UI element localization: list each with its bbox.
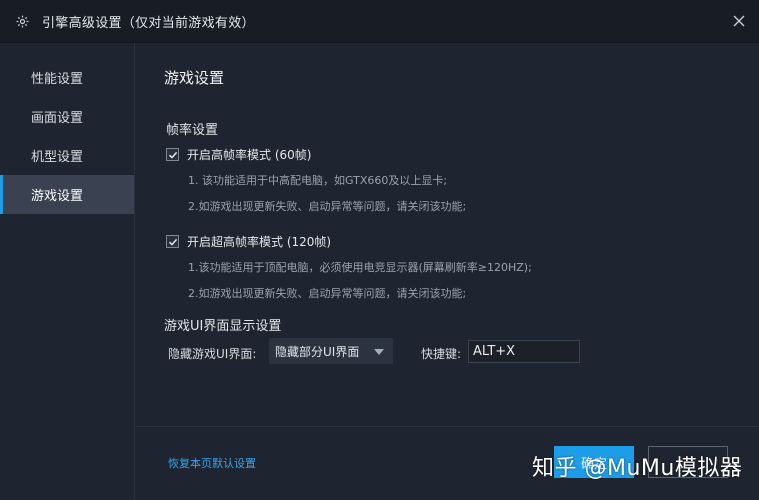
hide-ui-label: 隐藏游戏UI界面: [168, 347, 257, 361]
sidebar-item-display[interactable]: 画面设置 [0, 97, 134, 136]
sidebar-item-device-model[interactable]: 机型设置 [0, 136, 134, 175]
hide-ui-selected-value: 隐藏部分UI界面 [275, 344, 360, 359]
hotkey-input[interactable] [468, 340, 580, 363]
title-bar: 引擎高级设置（仅对当前游戏有效） [0, 0, 759, 43]
high-fps-label: 开启高帧率模式 (60帧) [187, 148, 312, 162]
high-fps-note-1: 1. 该功能适用于中高配电脑，如GTX660及以上显卡; [188, 174, 448, 187]
frame-rate-heading: 帧率设置 [166, 123, 219, 138]
high-fps-checkbox[interactable] [166, 148, 179, 161]
sidebar-item-label: 性能设置 [31, 72, 84, 87]
reset-defaults-link[interactable]: 恢复本页默认设置 [168, 455, 256, 471]
sidebar-item-performance[interactable]: 性能设置 [0, 58, 134, 97]
hide-ui-select[interactable]: 隐藏部分UI界面 [269, 338, 393, 364]
checkmark-icon [168, 238, 177, 246]
close-icon [733, 15, 745, 27]
close-button[interactable] [729, 11, 749, 31]
sidebar-item-label: 游戏设置 [31, 189, 84, 204]
gear-icon [14, 13, 30, 29]
ultra-fps-label: 开启超高帧率模式 (120帧) [187, 235, 332, 249]
high-fps-note-2: 2.如游戏出现更新失败、启动异常等问题，请关闭该功能; [188, 200, 467, 213]
settings-panel: 游戏设置 帧率设置 开启高帧率模式 (60帧) 1. 该功能适用于中高配电脑，如… [136, 43, 759, 500]
watermark: 知乎 @MuMu模拟器 [532, 456, 743, 481]
page-title: 游戏设置 [164, 69, 225, 87]
sidebar-item-game[interactable]: 游戏设置 [0, 175, 134, 214]
window-title: 引擎高级设置（仅对当前游戏有效） [42, 15, 255, 31]
checkmark-icon [168, 151, 177, 159]
sidebar-item-label: 机型设置 [31, 150, 84, 165]
sidebar-item-label: 画面设置 [31, 111, 84, 126]
high-fps-checkbox-row[interactable]: 开启高帧率模式 (60帧) [166, 146, 311, 163]
ultra-fps-checkbox[interactable] [166, 235, 179, 248]
sidebar: 性能设置 画面设置 机型设置 游戏设置 [0, 43, 135, 500]
ui-display-heading: 游戏UI界面显示设置 [164, 319, 282, 334]
ultra-fps-checkbox-row[interactable]: 开启超高帧率模式 (120帧) [166, 233, 331, 250]
chevron-down-icon [374, 349, 384, 355]
footer-divider [136, 426, 759, 427]
hotkey-label: 快捷键: [421, 347, 462, 361]
ultra-fps-note-2: 2.如游戏出现更新失败、启动异常等问题，请关闭该功能; [188, 287, 467, 300]
ultra-fps-note-1: 1.该功能适用于顶配电脑，必须使用电竞显示器(屏幕刷新率≥120HZ); [188, 261, 532, 274]
